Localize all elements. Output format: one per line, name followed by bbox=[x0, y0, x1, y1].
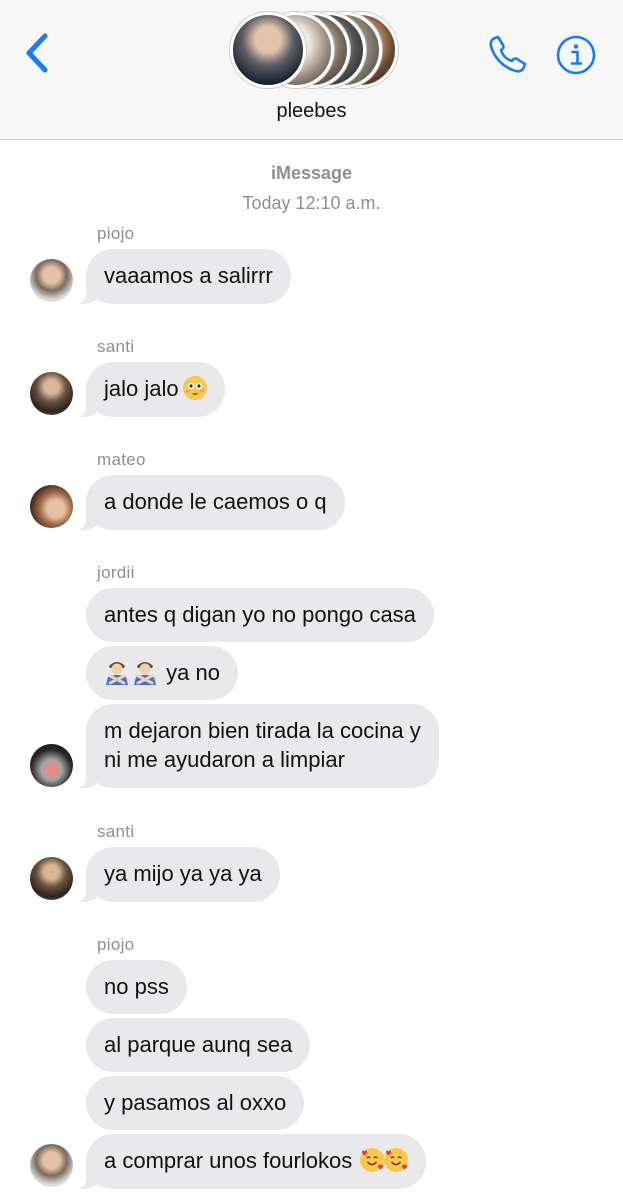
flushed-face-icon bbox=[182, 376, 207, 400]
message-bubble[interactable]: vaaamos a salirrr bbox=[72, 249, 291, 304]
conversation-header: pleebes bbox=[0, 0, 623, 140]
sender-avatar[interactable] bbox=[30, 259, 73, 302]
message-bubble[interactable]: jalo jalo bbox=[72, 362, 225, 417]
sender-avatar[interactable] bbox=[30, 744, 73, 787]
message-text: jalo jalo bbox=[104, 376, 179, 401]
group-avatar-stack[interactable] bbox=[226, 12, 398, 92]
message-text: al parque aunq sea bbox=[104, 1032, 293, 1057]
call-button[interactable] bbox=[484, 32, 530, 78]
sender-name: santi bbox=[97, 822, 135, 841]
conversation-timestamp: Today 12:10 a.m. bbox=[242, 193, 381, 213]
sender-name: piojo bbox=[97, 935, 135, 954]
message-bubble[interactable]: ya mijo ya ya ya bbox=[72, 847, 280, 902]
phone-icon bbox=[489, 35, 527, 73]
service-label: iMessage bbox=[270, 163, 353, 183]
sender-name: santi bbox=[97, 337, 135, 356]
man-gesturing-no-icon bbox=[104, 659, 130, 685]
message-bubble[interactable]: no pss bbox=[86, 960, 187, 1014]
message-bubble[interactable]: m dejaron bien tirada la cocina y ni me … bbox=[72, 704, 439, 788]
message-bubble[interactable]: al parque aunq sea bbox=[86, 1018, 311, 1072]
sender-avatar[interactable] bbox=[30, 1144, 73, 1187]
message-text: ya no bbox=[166, 660, 220, 685]
man-gesturing-no-icon bbox=[132, 659, 158, 685]
message-text: a comprar unos fourlokos bbox=[104, 1148, 353, 1173]
sender-avatar[interactable] bbox=[30, 485, 73, 528]
smiling-face-with-hearts-icon bbox=[360, 1148, 385, 1172]
message-bubble[interactable]: a donde le caemos o q bbox=[72, 475, 345, 530]
info-icon bbox=[556, 35, 596, 75]
message-text-line: ni me ayudaron a limpiar bbox=[104, 747, 345, 772]
message-text: ya mijo ya ya ya bbox=[104, 861, 262, 886]
sender-name: piojo bbox=[97, 224, 135, 243]
sender-name: jordii bbox=[97, 563, 135, 582]
info-button[interactable] bbox=[554, 33, 598, 77]
sender-name: mateo bbox=[97, 450, 146, 469]
message-bubble[interactable]: antes q digan yo no pongo casa bbox=[86, 588, 434, 642]
group-name[interactable]: pleebes bbox=[0, 100, 623, 123]
messages-screen: pleebes iMessage Today 12:10 a.m. piojo … bbox=[0, 0, 623, 1199]
sender-avatar[interactable] bbox=[30, 857, 73, 900]
group-member-avatar bbox=[230, 12, 306, 88]
message-bubble[interactable]: a comprar unos fourlokos bbox=[71, 1134, 427, 1189]
back-button[interactable] bbox=[18, 30, 58, 76]
smiling-face-with-hearts-icon bbox=[384, 1148, 409, 1172]
sender-avatar[interactable] bbox=[30, 372, 73, 415]
message-text: vaaamos a salirrr bbox=[104, 263, 273, 288]
message-text: antes q digan yo no pongo casa bbox=[104, 602, 416, 627]
message-text: y pasamos al oxxo bbox=[104, 1090, 287, 1115]
message-text: no pss bbox=[104, 974, 169, 999]
message-text-line: m dejaron bien tirada la cocina y bbox=[104, 718, 421, 743]
message-text: a donde le caemos o q bbox=[104, 489, 327, 514]
message-bubble[interactable]: ya no bbox=[86, 646, 238, 700]
message-bubble[interactable]: y pasamos al oxxo bbox=[86, 1076, 305, 1130]
chevron-left-icon bbox=[26, 33, 48, 73]
